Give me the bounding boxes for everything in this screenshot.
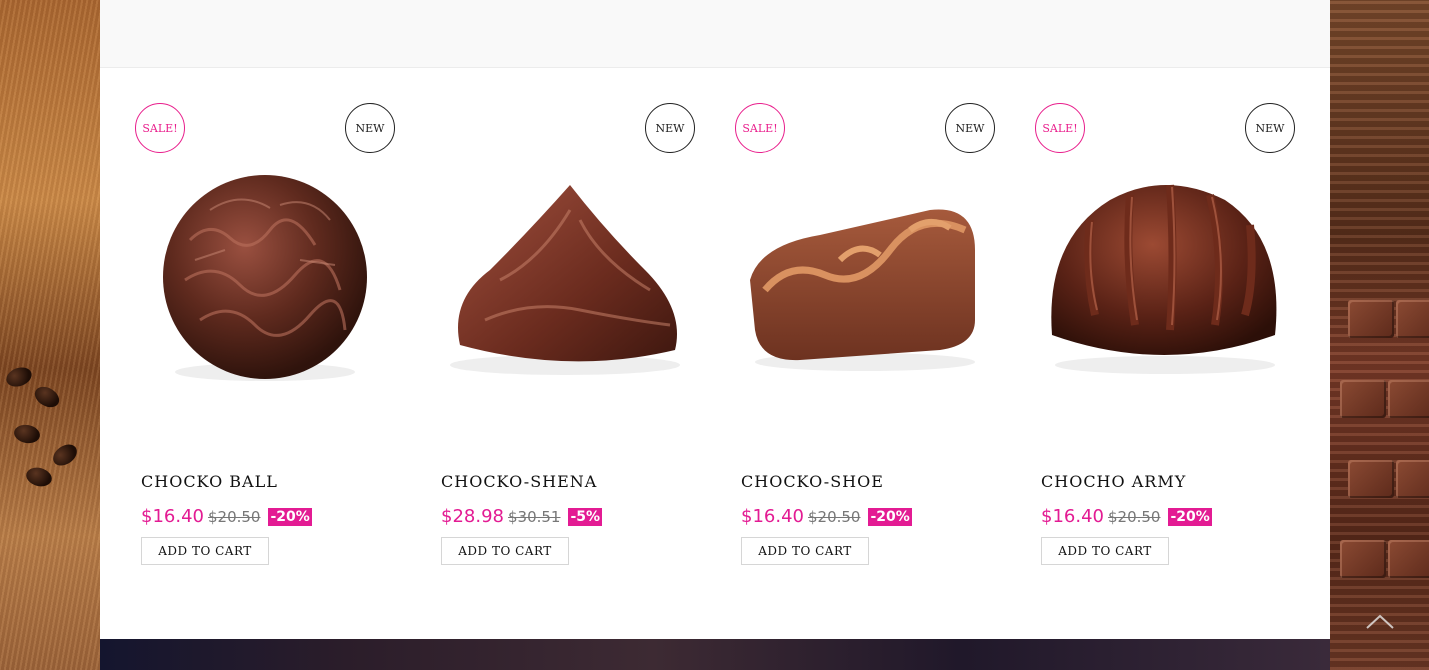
sale-badge: SALE! (735, 103, 785, 153)
current-price: $16.40 (1041, 506, 1104, 527)
price-row: $16.40 $20.50 -20% (741, 506, 912, 527)
price-row: $28.98 $30.51 -5% (441, 506, 603, 527)
chocolate-bar-image (1388, 380, 1429, 418)
add-to-cart-button[interactable]: ADD TO CART (741, 537, 869, 565)
current-price: $28.98 (441, 506, 504, 527)
chocolate-bar-image (1340, 540, 1386, 578)
new-badge: NEW (1245, 103, 1295, 153)
product-image[interactable] (730, 150, 1000, 410)
old-price: $30.51 (507, 507, 561, 526)
price-row: $16.40 $20.50 -20% (1041, 506, 1212, 527)
product-name[interactable]: CHOCKO BALL (141, 472, 278, 491)
new-badge: NEW (645, 103, 695, 153)
product-image[interactable] (1030, 150, 1300, 410)
discount-badge: -5% (568, 507, 603, 526)
coffee-bean-image (24, 464, 54, 490)
current-price: $16.40 (141, 506, 204, 527)
new-badge: NEW (945, 103, 995, 153)
discount-badge: -20% (1168, 507, 1212, 526)
product-card: SALE! NEW CHOCKO BALL $16.40 $20.50 -20%… (100, 100, 400, 580)
background-left (0, 0, 100, 670)
discount-badge: -20% (868, 507, 912, 526)
product-image[interactable] (130, 150, 400, 410)
coffee-bean-image (3, 364, 35, 390)
chocolate-bar-image (1348, 300, 1394, 338)
chocolate-bar-image (1388, 540, 1429, 578)
price-row: $16.40 $20.50 -20% (141, 506, 312, 527)
current-price: $16.40 (741, 506, 804, 527)
old-price: $20.50 (1107, 507, 1161, 526)
new-badge: NEW (345, 103, 395, 153)
add-to-cart-button[interactable]: ADD TO CART (141, 537, 269, 565)
sale-badge: SALE! (135, 103, 185, 153)
add-to-cart-button[interactable]: ADD TO CART (441, 537, 569, 565)
sale-badge: SALE! (1035, 103, 1085, 153)
old-price: $20.50 (207, 507, 261, 526)
discount-badge: -20% (268, 507, 312, 526)
product-card: SALE! NEW CHOCHO ARMY $16.40 $20.50 -20%… (1000, 100, 1300, 580)
coffee-bean-image (49, 440, 81, 470)
product-name[interactable]: CHOCKO-SHOE (741, 472, 884, 491)
product-card: SALE! NEW CHOCKO-SHOE $16.40 $20.50 -20%… (700, 100, 1000, 580)
product-card: NEW CHOCKO-SHENA $28.98 $30.51 -5% ADD T… (400, 100, 700, 580)
product-name[interactable]: CHOCHO ARMY (1041, 472, 1186, 491)
footer-image-strip (100, 639, 1330, 670)
chocolate-bar-image (1348, 460, 1394, 498)
add-to-cart-button[interactable]: ADD TO CART (1041, 537, 1169, 565)
background-right (1330, 0, 1429, 670)
chocolate-bar-image (1340, 380, 1386, 418)
section-top-bar (100, 0, 1330, 68)
chocolate-bar-image (1396, 460, 1429, 498)
coffee-bean-image (12, 422, 42, 446)
old-price: $20.50 (807, 507, 861, 526)
chevron-up-icon[interactable] (1364, 610, 1396, 634)
product-grid-section: SALE! NEW CHOCKO BALL $16.40 $20.50 -20%… (100, 0, 1330, 639)
chocolate-bar-image (1396, 300, 1429, 338)
product-image[interactable] (430, 150, 700, 410)
product-name[interactable]: CHOCKO-SHENA (441, 472, 597, 491)
coffee-bean-image (31, 382, 63, 412)
